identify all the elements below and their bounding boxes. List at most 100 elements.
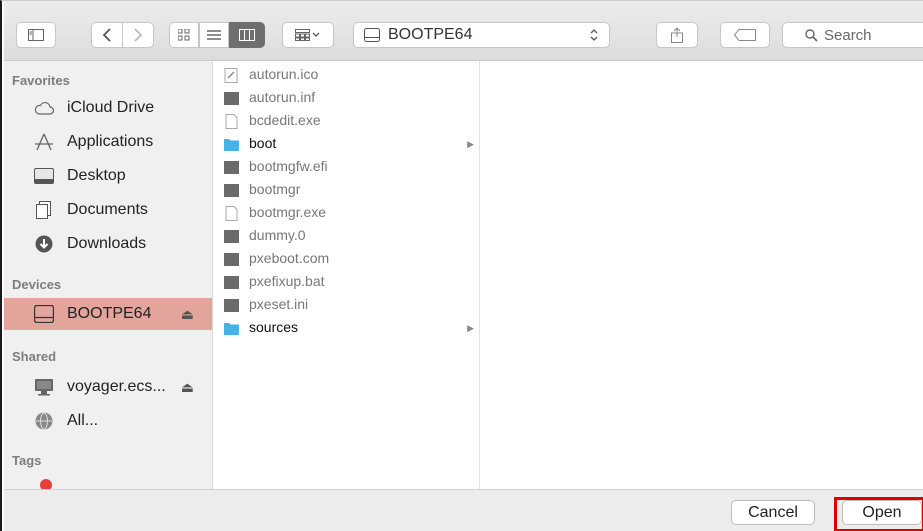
- chevron-right-icon: [134, 28, 143, 42]
- document-file-icon: [224, 299, 239, 312]
- document-file-icon: [224, 92, 239, 105]
- dialog-footer: Cancel Open: [4, 489, 923, 531]
- arrange-button[interactable]: [282, 22, 334, 48]
- file-name: pxefixup.bat: [249, 273, 325, 289]
- disclosure-arrow-icon: ▶: [467, 323, 474, 333]
- file-row[interactable]: autorun.inf: [214, 88, 480, 111]
- downloads-icon: [33, 235, 55, 253]
- file-name: sources: [249, 319, 299, 335]
- folder-row[interactable]: sources ▶: [214, 318, 480, 341]
- file-row[interactable]: bootmgr.exe: [214, 203, 480, 226]
- sidebar-section-tags: Tags: [12, 453, 42, 468]
- eject-icon[interactable]: ⏏: [181, 306, 194, 323]
- sidebar-item-label: Downloads: [67, 235, 147, 252]
- computer-icon: [33, 378, 55, 396]
- cloud-icon: [33, 99, 55, 117]
- sidebar-section-devices: Devices: [12, 277, 62, 292]
- file-name: bootmgfw.efi: [249, 158, 328, 174]
- file-row[interactable]: bcdedit.exe: [214, 111, 480, 134]
- document-file-icon: [224, 276, 239, 289]
- arrange-icon: [295, 29, 320, 41]
- file-row[interactable]: bootmgr: [214, 180, 480, 203]
- sidebar-item-label: Applications: [67, 133, 154, 150]
- applications-icon: [33, 133, 55, 151]
- search-icon: [805, 28, 818, 42]
- file-name: pxeboot.com: [249, 250, 330, 266]
- folder-icon: [224, 323, 239, 335]
- file-name: boot: [249, 135, 277, 151]
- sidebar-item-icloud-drive[interactable]: iCloud Drive: [4, 92, 212, 124]
- blank-file-icon: [225, 114, 238, 129]
- disclosure-arrow-icon: ▶: [467, 139, 474, 149]
- toolbar: BOOTPE64 Search: [4, 1, 923, 61]
- file-row[interactable]: pxeset.ini: [214, 295, 480, 318]
- sidebar-toggle-button[interactable]: [16, 22, 56, 48]
- file-row[interactable]: pxeboot.com: [214, 249, 480, 272]
- tag-icon: [734, 29, 756, 41]
- image-file-icon: [224, 68, 238, 83]
- document-file-icon: [224, 184, 239, 197]
- search-field[interactable]: Search: [782, 22, 923, 48]
- share-icon: [671, 27, 683, 43]
- file-name: pxeset.ini: [249, 296, 309, 312]
- file-name: autorun.inf: [249, 89, 316, 105]
- back-button[interactable]: [91, 22, 123, 48]
- preview-column: [480, 61, 923, 489]
- forward-button[interactable]: [122, 22, 154, 48]
- document-file-icon: [224, 230, 239, 243]
- eject-icon[interactable]: ⏏: [181, 379, 194, 396]
- open-button-highlight: [834, 497, 923, 531]
- sidebar-section-favorites: Favorites: [12, 73, 70, 88]
- sidebar-item-voyager[interactable]: voyager.ecs... ⏏: [4, 371, 212, 403]
- list-icon: [207, 30, 221, 40]
- column-view-button[interactable]: [229, 22, 265, 48]
- tag-button[interactable]: [720, 22, 770, 48]
- drive-icon: [364, 28, 380, 42]
- sidebar: Favorites iCloud Drive Applications Desk…: [4, 61, 213, 491]
- document-file-icon: [224, 253, 239, 266]
- file-name: bcdedit.exe: [249, 112, 321, 128]
- path-popup[interactable]: BOOTPE64: [353, 22, 610, 48]
- share-button[interactable]: [656, 22, 698, 48]
- document-file-icon: [224, 161, 239, 174]
- drive-icon: [33, 305, 55, 323]
- columns-icon: [239, 29, 255, 41]
- sidebar-item-all[interactable]: All...: [4, 405, 212, 437]
- up-down-chevron-icon: [590, 29, 598, 41]
- sidebar-icon: [28, 29, 44, 41]
- file-name: dummy.0: [249, 227, 306, 243]
- file-row[interactable]: bootmgfw.efi: [214, 157, 480, 180]
- file-name: autorun.ico: [249, 66, 319, 82]
- file-row[interactable]: dummy.0: [214, 226, 480, 249]
- folder-icon: [224, 139, 239, 151]
- file-name: bootmgr.exe: [249, 204, 327, 220]
- sidebar-item-label: BOOTPE64: [67, 305, 152, 322]
- folder-row[interactable]: boot ▶: [214, 134, 480, 157]
- sidebar-item-label: Desktop: [67, 167, 126, 184]
- sidebar-item-desktop[interactable]: Desktop: [4, 160, 212, 192]
- sidebar-section-shared: Shared: [12, 349, 57, 364]
- sidebar-item-label: iCloud Drive: [67, 99, 155, 116]
- cancel-button[interactable]: Cancel: [731, 500, 815, 525]
- grid-icon: [178, 29, 190, 41]
- sidebar-item-applications[interactable]: Applications: [4, 126, 212, 158]
- file-name: bootmgr: [249, 181, 301, 197]
- desktop-icon: [33, 167, 55, 185]
- path-label: BOOTPE64: [388, 26, 473, 43]
- sidebar-item-bootpe64[interactable]: BOOTPE64 ⏏: [4, 298, 212, 330]
- file-row[interactable]: pxefixup.bat: [214, 272, 480, 295]
- open-file-dialog: BOOTPE64 Search Favorites iCloud Drive A…: [0, 0, 923, 531]
- file-row[interactable]: autorun.ico: [214, 65, 480, 88]
- documents-icon: [33, 201, 55, 219]
- chevron-left-icon: [102, 28, 111, 42]
- list-view-button[interactable]: [199, 22, 229, 48]
- sidebar-item-label: voyager.ecs...: [67, 378, 166, 395]
- network-icon: [33, 412, 55, 430]
- sidebar-item-downloads[interactable]: Downloads: [4, 228, 212, 260]
- sidebar-item-label: All...: [67, 412, 99, 429]
- sidebar-item-documents[interactable]: Documents: [4, 194, 212, 226]
- sidebar-item-label: Documents: [67, 201, 148, 218]
- blank-file-icon: [225, 206, 238, 221]
- icon-view-button[interactable]: [169, 22, 199, 48]
- search-placeholder: Search: [824, 26, 872, 44]
